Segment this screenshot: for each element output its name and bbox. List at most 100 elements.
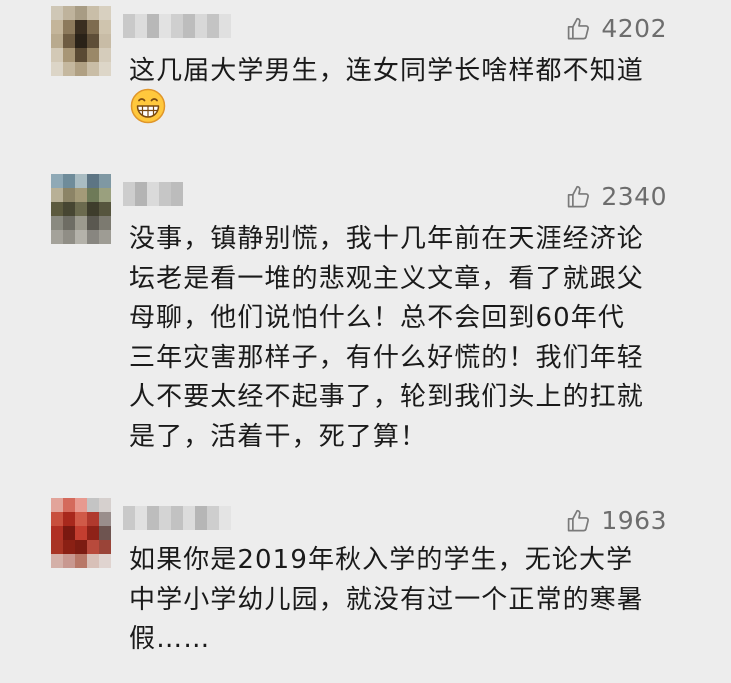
avatar-mosaic-tile	[99, 48, 111, 62]
username-mosaic-tile	[135, 182, 147, 206]
avatar-mosaic-tile	[75, 512, 87, 526]
avatar-mosaic-tile	[75, 34, 87, 48]
avatar-mosaic-tile	[75, 202, 87, 216]
like-button[interactable]: 2340	[565, 181, 667, 211]
comment-text: 这几届大学男生，连女同学长啥样都不知道	[129, 56, 644, 86]
avatar-mosaic-tile	[51, 62, 63, 76]
username-mosaic-tile	[159, 182, 171, 206]
avatar[interactable]	[51, 174, 111, 244]
avatar-mosaic-tile	[75, 48, 87, 62]
avatar-mosaic-tile	[99, 20, 111, 34]
avatar-mosaic-tile	[51, 20, 63, 34]
avatar-mosaic-tile	[63, 188, 75, 202]
avatar-mosaic-tile	[87, 498, 99, 512]
avatar-mosaic-tile	[63, 202, 75, 216]
avatar-mosaic-tile	[63, 216, 75, 230]
like-count: 2340	[601, 181, 667, 211]
avatar-mosaic-tile	[87, 174, 99, 188]
avatar-mosaic-tile	[99, 230, 111, 244]
username-blurred[interactable]	[123, 506, 231, 530]
avatar-mosaic-tile	[99, 554, 111, 568]
avatar-mosaic-tile	[87, 62, 99, 76]
avatar-mosaic-tile	[75, 554, 87, 568]
comment-text: 没事，镇静别慌，我十几年前在天涯经济论 坛老是看一堆的悲观主义文章，看了就跟父 …	[129, 224, 644, 452]
avatar-mosaic-tile	[87, 202, 99, 216]
avatar-mosaic-tile	[99, 498, 111, 512]
avatar-mosaic-tile	[63, 230, 75, 244]
comment-text: 如果你是2019年秋入学的学生，无论大学 中学小学幼儿园，就没有过一个正常的寒暑…	[129, 545, 644, 654]
avatar-mosaic-tile	[51, 230, 63, 244]
avatar-mosaic-tile	[75, 230, 87, 244]
avatar-mosaic-tile	[87, 554, 99, 568]
avatar-mosaic-tile	[75, 174, 87, 188]
username-blurred[interactable]	[123, 14, 231, 38]
username-mosaic-tile	[159, 14, 171, 38]
username-mosaic-tile	[207, 506, 219, 530]
avatar-mosaic-tile	[99, 62, 111, 76]
avatar-mosaic-tile	[75, 216, 87, 230]
grinning-face-emoji-icon	[130, 88, 166, 124]
avatar-mosaic-tile	[63, 540, 75, 554]
like-button[interactable]: 1963	[565, 505, 667, 535]
username-mosaic-tile	[147, 506, 159, 530]
avatar-mosaic-tile	[63, 498, 75, 512]
username-mosaic-tile	[219, 14, 231, 38]
like-button[interactable]: 4202	[565, 13, 667, 43]
username-blurred[interactable]	[123, 182, 183, 206]
avatar-mosaic-tile	[75, 526, 87, 540]
avatar-mosaic-tile	[87, 230, 99, 244]
thumbs-up-icon	[568, 509, 590, 531]
like-count: 1963	[601, 505, 667, 535]
avatar-mosaic-tile	[75, 62, 87, 76]
avatar-mosaic-tile	[87, 34, 99, 48]
avatar-mosaic-tile	[99, 188, 111, 202]
username-mosaic-tile	[183, 14, 195, 38]
avatar-mosaic-tile	[87, 216, 99, 230]
avatar-mosaic-tile	[51, 202, 63, 216]
avatar-mosaic-tile	[87, 48, 99, 62]
avatar-mosaic-tile	[75, 6, 87, 20]
avatar-mosaic-tile	[75, 188, 87, 202]
avatar-mosaic-tile	[51, 554, 63, 568]
like-count: 4202	[601, 13, 667, 43]
avatar-mosaic-tile	[51, 512, 63, 526]
username-mosaic-tile	[147, 14, 159, 38]
username-mosaic-tile	[171, 506, 183, 530]
username-mosaic-tile	[171, 14, 183, 38]
username-mosaic-tile	[219, 506, 231, 530]
username-mosaic-tile	[183, 506, 195, 530]
avatar-mosaic-tile	[87, 512, 99, 526]
username-mosaic-tile	[195, 14, 207, 38]
avatar-mosaic-tile	[51, 48, 63, 62]
username-mosaic-tile	[123, 506, 135, 530]
username-mosaic-tile	[207, 14, 219, 38]
avatar-mosaic-tile	[63, 526, 75, 540]
avatar[interactable]	[51, 498, 111, 568]
avatar-mosaic-tile	[87, 6, 99, 20]
avatar-mosaic-tile	[51, 216, 63, 230]
avatar-mosaic-tile	[75, 498, 87, 512]
avatar-mosaic-tile	[99, 540, 111, 554]
avatar[interactable]	[51, 6, 111, 76]
avatar-mosaic-tile	[63, 34, 75, 48]
avatar-mosaic-tile	[99, 6, 111, 20]
username-mosaic-tile	[123, 14, 135, 38]
username-mosaic-tile	[135, 14, 147, 38]
avatar-mosaic-tile	[51, 540, 63, 554]
avatar-mosaic-tile	[63, 554, 75, 568]
username-mosaic-tile	[147, 182, 159, 206]
avatar-mosaic-tile	[99, 512, 111, 526]
avatar-mosaic-tile	[63, 20, 75, 34]
avatar-mosaic-tile	[51, 526, 63, 540]
avatar-mosaic-tile	[63, 62, 75, 76]
username-mosaic-tile	[171, 182, 183, 206]
thumbs-up-icon	[568, 17, 590, 39]
avatar-mosaic-tile	[63, 512, 75, 526]
avatar-mosaic-tile	[51, 188, 63, 202]
avatar-mosaic-tile	[51, 34, 63, 48]
avatar-mosaic-tile	[99, 202, 111, 216]
username-mosaic-tile	[135, 506, 147, 530]
username-mosaic-tile	[123, 182, 135, 206]
avatar-mosaic-tile	[87, 188, 99, 202]
thumbs-up-icon	[568, 185, 590, 207]
